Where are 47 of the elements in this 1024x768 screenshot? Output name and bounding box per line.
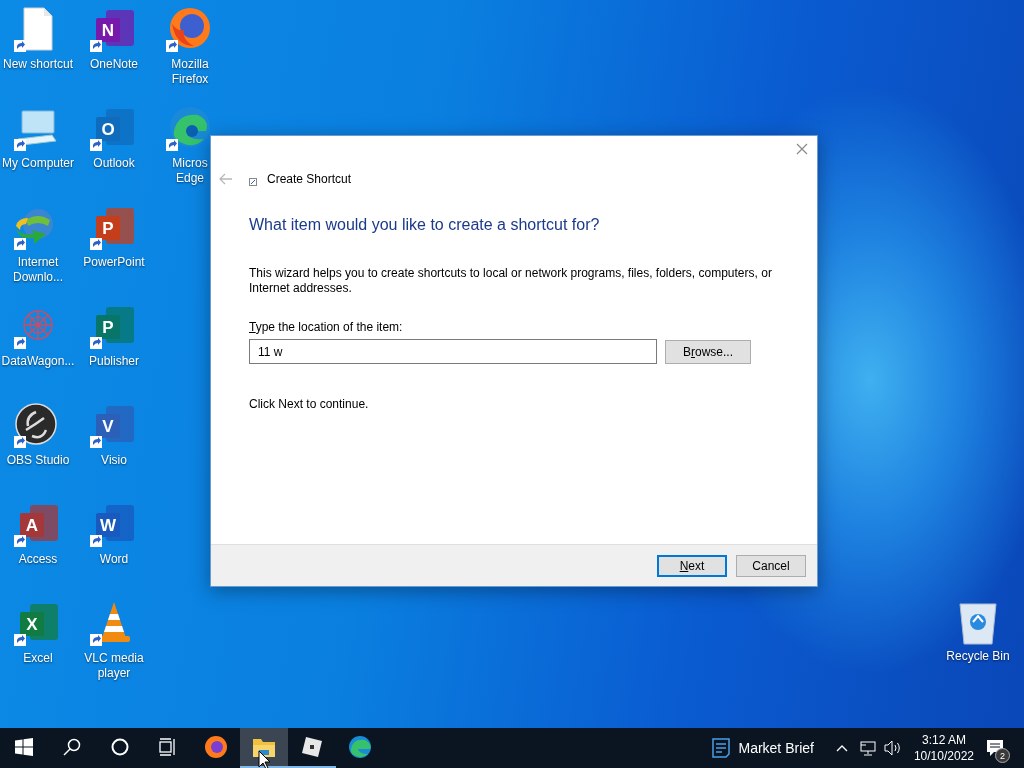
volume-icon[interactable] xyxy=(883,740,902,756)
wizard-heading: What item would you like to create a shortcut for? xyxy=(249,216,601,234)
icon-label: Publisher xyxy=(89,354,139,369)
network-icon[interactable] xyxy=(859,740,876,756)
notifications-button[interactable]: 2 xyxy=(986,739,1010,763)
icon-label: PowerPoint xyxy=(83,255,145,270)
news-icon[interactable] xyxy=(712,738,731,758)
icon-label: DataWagon... xyxy=(1,354,75,369)
icon-label: OBS Studio xyxy=(6,453,70,468)
chevron-up-icon[interactable] xyxy=(835,744,848,752)
news-widget-text[interactable]: Market Brief xyxy=(738,740,814,756)
icon-label: Micros Edge xyxy=(172,156,208,186)
hint-text: Click Next to continue. xyxy=(249,397,370,411)
icon-label: My Computer xyxy=(2,156,74,171)
clock-date[interactable]: 10/10/2022 xyxy=(913,748,974,764)
icon-label: Visio xyxy=(101,453,127,468)
icon-label: VLC media player xyxy=(83,651,145,681)
icon-label: Recycle Bin xyxy=(946,649,1010,664)
dialog-title: Create Shortcut xyxy=(267,172,352,186)
location-label: Type the location of the item: xyxy=(249,320,404,334)
icon-label: Internet Downlo... xyxy=(12,255,64,285)
circle-icon xyxy=(111,738,129,756)
dialog-button[interactable]: Next xyxy=(657,554,727,577)
icon-label: Outlook xyxy=(93,156,135,171)
shortcut-icon xyxy=(249,178,257,186)
search-icon xyxy=(63,738,81,756)
windows-icon xyxy=(15,738,33,756)
firefox-icon xyxy=(204,735,228,759)
icon-label: OneNote xyxy=(90,57,138,72)
folder-icon xyxy=(252,736,276,758)
icon-label: New shortcut xyxy=(3,57,73,72)
notification-count: 2 xyxy=(995,748,1010,763)
icon-label: Excel xyxy=(23,651,53,666)
dialog-button[interactable]: Cancel xyxy=(736,554,806,577)
recycle-bin-icon[interactable] xyxy=(956,600,1000,646)
task-view-icon xyxy=(159,738,177,756)
icon-label: Word xyxy=(99,552,129,567)
wizard-description: This wizard helps you to create shortcuts to local or network programs, files, folders, computers, or Internet addresses. xyxy=(249,266,773,296)
edge-icon xyxy=(348,735,372,759)
icon-label: Access xyxy=(18,552,58,567)
roblox-icon xyxy=(301,736,323,758)
browse-button[interactable]: Browse... xyxy=(665,339,751,364)
icon-label: Mozilla Firefox xyxy=(170,57,210,87)
location-field[interactable]: 11 w xyxy=(249,339,657,364)
clock-time[interactable]: 3:12 AM xyxy=(921,732,966,748)
cursor-icon xyxy=(258,750,271,768)
close-icon[interactable] xyxy=(796,143,808,155)
